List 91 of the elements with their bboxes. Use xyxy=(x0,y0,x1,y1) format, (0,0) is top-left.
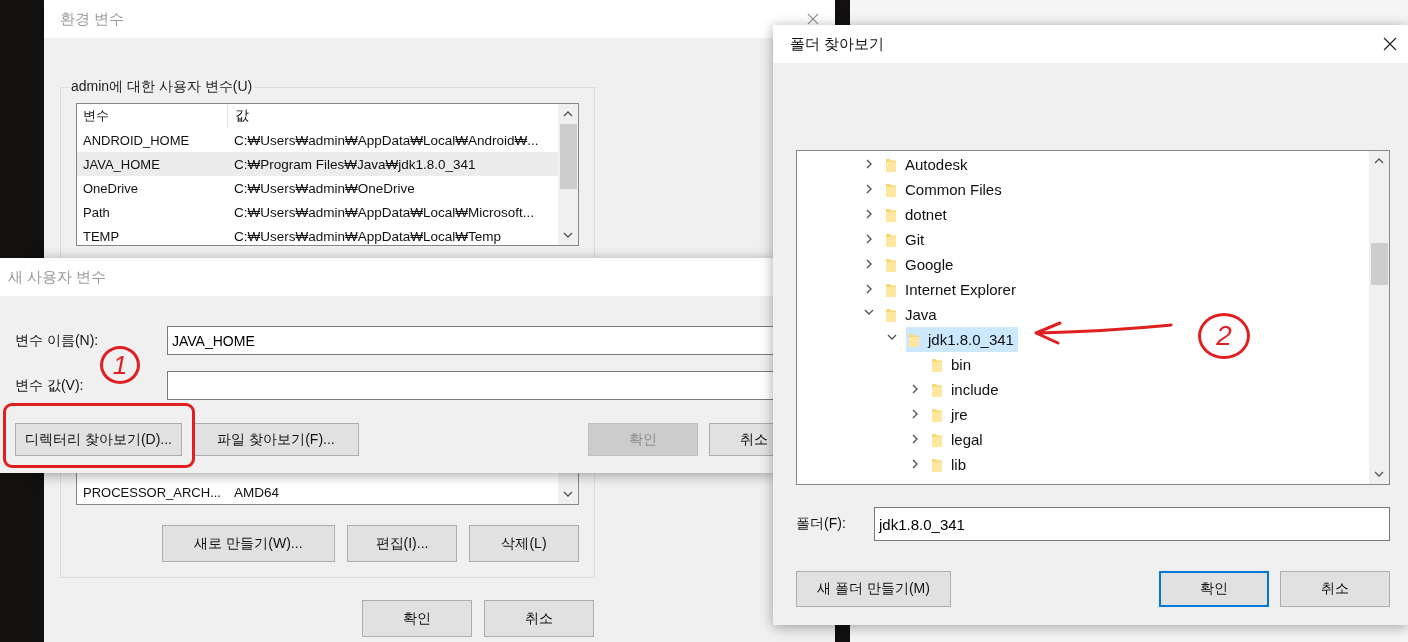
tree-item[interactable]: lib xyxy=(929,452,970,477)
dialog-title: 새 사용자 변수 xyxy=(8,267,107,287)
folder-icon xyxy=(931,456,943,473)
dialog-button[interactable]: 새로 만들기(W)... xyxy=(162,525,335,562)
dialog-button[interactable]: 편집(I)... xyxy=(347,525,457,562)
new-folder-button[interactable]: 새 폴더 만들기(M) xyxy=(796,571,951,607)
table-cell-text: JAVA_HOME xyxy=(82,156,161,172)
close-icon[interactable] xyxy=(1383,37,1397,51)
field-label: 변수 값(V): xyxy=(15,376,85,395)
folder-field[interactable]: jdk1.8.0_341 xyxy=(874,507,1390,541)
dialog-button[interactable]: 취소 xyxy=(484,600,594,637)
dialog-button[interactable]: 취소 xyxy=(1280,571,1390,607)
variable-row[interactable]: TEMP C:₩Users₩admin₩AppData₩Local₩Temp xyxy=(77,224,558,245)
table-cell-text: C:₩Users₩admin₩AppData₩Local₩Microsoft... xyxy=(233,204,535,220)
chevron-right-icon[interactable] xyxy=(912,458,918,469)
table-cell-text: ANDROID_HOME xyxy=(82,132,191,148)
tree-item[interactable]: Git xyxy=(883,227,929,252)
scrollbar[interactable] xyxy=(1369,151,1389,484)
tree-item[interactable]: Internet Explorer xyxy=(883,277,1020,302)
chevron-down-icon[interactable] xyxy=(864,308,874,315)
dialog-title: 폴더 찾아보기 xyxy=(790,34,885,54)
chevron-right-icon[interactable] xyxy=(866,158,872,169)
folder-icon xyxy=(931,356,943,373)
table-cell-text: TEMP xyxy=(82,228,121,244)
chevron-right-icon[interactable] xyxy=(866,183,872,194)
folder-icon xyxy=(885,306,897,323)
table-cell-text: AMD64 xyxy=(233,484,279,500)
variable-row[interactable]: Path C:₩Users₩admin₩AppData₩Local₩Microsoft... xyxy=(77,200,558,224)
chevron-right-icon[interactable] xyxy=(912,408,918,419)
table-cell-text: PROCESSOR_ARCH... xyxy=(82,484,222,500)
tree-item[interactable]: Common Files xyxy=(883,177,1006,202)
scroll-thumb[interactable] xyxy=(559,124,577,189)
tree-item[interactable]: legal xyxy=(929,427,987,452)
tree-item[interactable]: Java xyxy=(883,302,941,327)
folder-icon xyxy=(885,256,897,273)
table-cell-text: C:₩Users₩admin₩AppData₩Local₩Temp xyxy=(233,228,502,244)
tree-item[interactable]: Autodesk xyxy=(883,152,972,177)
field-label: 변수 이름(N): xyxy=(15,331,100,350)
window-title: 환경 변수 xyxy=(60,9,125,29)
dialog-button[interactable]: 취소 xyxy=(709,423,775,456)
folder-icon xyxy=(931,381,943,398)
chevron-down-icon[interactable] xyxy=(887,333,897,340)
table-cell-text: C:₩Users₩admin₩AppData₩Local₩Android₩... xyxy=(233,132,539,148)
folder-icon xyxy=(931,406,943,423)
browse-file-button[interactable]: 파일 찾아보기(F)... xyxy=(193,423,359,456)
chevron-right-icon[interactable] xyxy=(912,383,918,394)
dialog-button[interactable]: 삭제(L) xyxy=(469,525,579,562)
column-header[interactable]: 값 xyxy=(227,104,249,128)
tree-item[interactable]: bin xyxy=(929,352,976,377)
chevron-right-icon[interactable] xyxy=(912,433,918,444)
name-field[interactable]: JAVA_HOME xyxy=(167,326,775,355)
field-label: 폴더(F): xyxy=(796,515,847,533)
scroll-down-icon[interactable] xyxy=(563,491,573,497)
scrollbar[interactable] xyxy=(558,104,578,245)
table-cell-text: C:₩Users₩admin₩OneDrive xyxy=(233,180,415,196)
folder-icon xyxy=(885,206,897,223)
tree-item[interactable]: include xyxy=(929,377,1003,402)
chevron-right-icon[interactable] xyxy=(866,283,872,294)
tree-item[interactable]: jdk1.8.0_341 xyxy=(906,327,1018,352)
folder-icon xyxy=(885,281,897,298)
table-cell-text: C:₩Program Files₩Java₩jdk1.8.0_341 xyxy=(233,156,476,172)
chevron-right-icon[interactable] xyxy=(866,208,872,219)
chevron-right-icon[interactable] xyxy=(866,233,872,244)
variable-row[interactable]: PROCESSOR_ARCH... AMD64 xyxy=(77,480,558,504)
variable-row[interactable]: JAVA_HOME C:₩Program Files₩Java₩jdk1.8.0_341 xyxy=(77,152,558,176)
column-header[interactable]: 변수 xyxy=(77,107,227,125)
chevron-right-icon[interactable] xyxy=(866,258,872,269)
folder-icon xyxy=(885,181,897,198)
browse-directory-button[interactable]: 디렉터리 찾아보기(D)... xyxy=(15,423,182,456)
scroll-up-icon[interactable] xyxy=(1374,158,1384,164)
scroll-thumb[interactable] xyxy=(1370,243,1388,285)
dialog-button[interactable]: 확인 xyxy=(362,600,472,637)
annotation-number: 2 xyxy=(1198,313,1250,359)
folder-icon xyxy=(885,231,897,248)
table-cell-text: OneDrive xyxy=(82,180,139,196)
annotation-number: 1 xyxy=(100,346,140,384)
variable-row[interactable]: ANDROID_HOME C:₩Users₩admin₩AppData₩Local₩Android₩... xyxy=(77,128,558,152)
tree-item[interactable]: Google xyxy=(883,252,958,277)
folder-icon xyxy=(908,331,920,348)
table-cell-text: Path xyxy=(82,204,111,220)
tree-item[interactable]: dotnet xyxy=(883,202,951,227)
variable-row[interactable]: OneDrive C:₩Users₩admin₩OneDrive xyxy=(77,176,558,200)
value-field[interactable] xyxy=(167,371,775,400)
scroll-down-icon[interactable] xyxy=(563,232,573,238)
scroll-up-icon[interactable] xyxy=(563,111,573,117)
group-title: admin에 대한 사용자 변수(U) xyxy=(69,78,255,96)
tree-item[interactable]: jre xyxy=(929,402,972,427)
scroll-down-icon[interactable] xyxy=(1374,471,1384,477)
folder-icon xyxy=(885,156,897,173)
folder-icon xyxy=(931,431,943,448)
dialog-button[interactable]: 확인 xyxy=(1159,571,1269,607)
